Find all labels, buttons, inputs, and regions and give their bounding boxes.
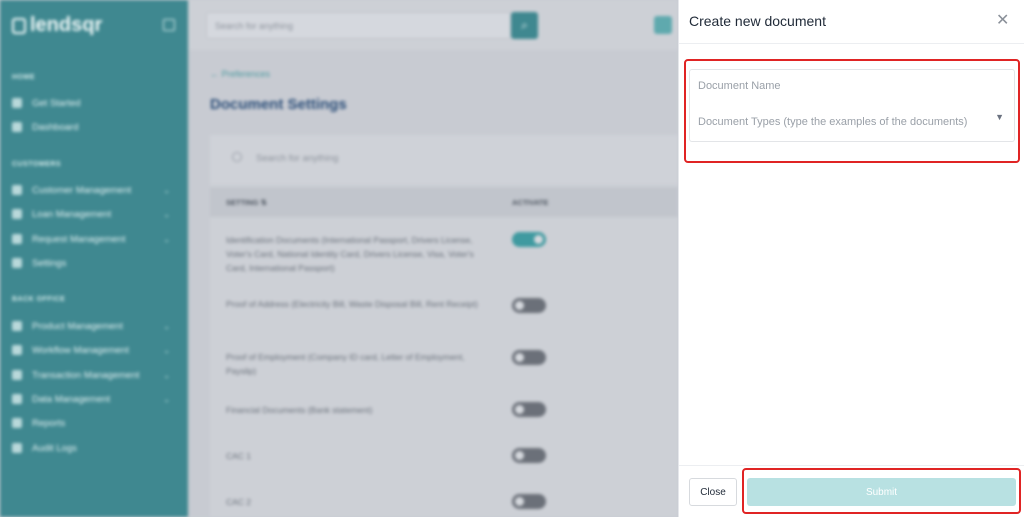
dashboard-icon — [12, 122, 22, 132]
table-search-input[interactable]: Search for anything — [210, 135, 678, 183]
modal-header: Create new document ✕ — [679, 0, 1024, 44]
close-icon[interactable]: ✕ — [996, 13, 1009, 29]
table-row-setting: Proof of Address (Electricity Bill, Wast… — [226, 299, 478, 309]
data-icon — [12, 394, 22, 404]
sidebar-item-request-management[interactable]: Request Management ⌄ — [12, 231, 172, 247]
document-types-select[interactable]: Document Types (type the examples of the… — [689, 102, 1015, 142]
sidebar-item-loan-management[interactable]: Loan Management ⌄ — [12, 206, 172, 222]
settings-icon — [12, 258, 22, 268]
product-icon — [12, 321, 22, 331]
settings-card: Search for anything SETTING ⇅ ACTIVATE I… — [210, 135, 678, 517]
column-header-setting[interactable]: SETTING ⇅ — [226, 198, 267, 207]
table-row-setting: Financial Documents (Bank statement) — [226, 405, 373, 415]
page-title: Document Settings — [210, 96, 347, 113]
logo-text: lendsqr — [30, 14, 103, 36]
submit-button[interactable]: Submit — [747, 478, 1016, 506]
activate-toggle[interactable] — [512, 448, 546, 463]
main-content: Search for anything ⌕ ← Preferences Docu… — [188, 0, 678, 517]
activate-toggle[interactable] — [512, 298, 546, 313]
transaction-icon — [12, 370, 22, 380]
chevron-down-icon: ⌄ — [163, 370, 170, 380]
chevron-down-icon: ⌄ — [163, 345, 170, 355]
caret-down-icon: ▼ — [995, 112, 1004, 122]
search-button[interactable]: ⌕ — [511, 12, 538, 39]
audit-icon — [12, 443, 22, 453]
table-row-setting: CAC 1 — [226, 451, 252, 461]
search-icon — [232, 152, 242, 162]
workflow-icon — [12, 345, 22, 355]
sidebar-section-back-office: BACK OFFICE — [12, 296, 66, 303]
sidebar-item-data-management[interactable]: Data Management ⌄ — [12, 391, 172, 407]
column-header-activate: ACTIVATE — [512, 198, 549, 207]
sidebar-collapse-icon[interactable] — [163, 19, 175, 31]
chevron-down-icon: ⌄ — [163, 185, 170, 195]
loan-icon — [12, 209, 22, 219]
create-document-modal: Create new document ✕ Document Types (ty… — [678, 0, 1024, 517]
reports-icon — [12, 418, 22, 428]
modal-title: Create new document — [689, 13, 826, 29]
sort-icon: ⇅ — [260, 198, 267, 207]
chevron-down-icon: ⌄ — [163, 234, 170, 244]
sidebar-item-audit-logs[interactable]: Audit Logs — [12, 440, 172, 456]
chevron-down-icon: ⌄ — [163, 209, 170, 219]
modal-footer: Close Submit — [679, 465, 1024, 517]
global-search-input[interactable]: Search for anything — [206, 12, 511, 39]
breadcrumb[interactable]: ← Preferences — [210, 69, 270, 79]
activate-toggle[interactable] — [512, 232, 546, 247]
users-icon — [12, 185, 22, 195]
activate-toggle[interactable] — [512, 494, 546, 509]
logo-icon — [12, 17, 26, 34]
sidebar-item-workflow-management[interactable]: Workflow Management ⌄ — [12, 342, 172, 358]
activate-toggle[interactable] — [512, 350, 546, 365]
menu-icon[interactable] — [654, 16, 672, 34]
sidebar-item-get-started[interactable]: Get Started — [12, 95, 172, 111]
close-button[interactable]: Close — [689, 478, 737, 506]
sidebar-item-dashboard[interactable]: Dashboard — [12, 119, 172, 135]
sidebar-item-customer-management[interactable]: Customer Management ⌄ — [12, 182, 172, 198]
table-row-setting: Identification Documents (International … — [226, 235, 474, 273]
table-row-setting: CAC 2 — [226, 497, 252, 507]
sidebar-section-home: HOME — [12, 74, 35, 81]
search-icon: ⌕ — [521, 18, 528, 32]
sidebar-section-customers: CUSTOMERS — [12, 161, 62, 168]
table-header: SETTING ⇅ ACTIVATE — [210, 187, 678, 217]
document-types-placeholder: Document Types (type the examples of the… — [698, 116, 968, 128]
sidebar-item-transaction-management[interactable]: Transaction Management ⌄ — [12, 367, 172, 383]
table-row-setting: Proof of Employment (Company ID card, Le… — [226, 352, 465, 376]
logo: lendsqr — [12, 14, 102, 37]
sidebar-item-reports[interactable]: Reports — [12, 415, 172, 431]
sidebar-item-settings[interactable]: Settings — [12, 255, 172, 271]
chevron-down-icon: ⌄ — [163, 321, 170, 331]
home-icon — [12, 98, 22, 108]
activate-toggle[interactable] — [512, 402, 546, 417]
sidebar: lendsqr HOME Get Started Dashboard CUSTO… — [0, 0, 188, 517]
top-bar: Search for anything ⌕ — [188, 0, 678, 50]
sidebar-item-product-management[interactable]: Product Management ⌄ — [12, 318, 172, 334]
arrow-left-icon: ← — [210, 69, 222, 79]
chevron-down-icon: ⌄ — [163, 394, 170, 404]
request-icon — [12, 234, 22, 244]
document-name-input[interactable] — [689, 69, 1015, 103]
